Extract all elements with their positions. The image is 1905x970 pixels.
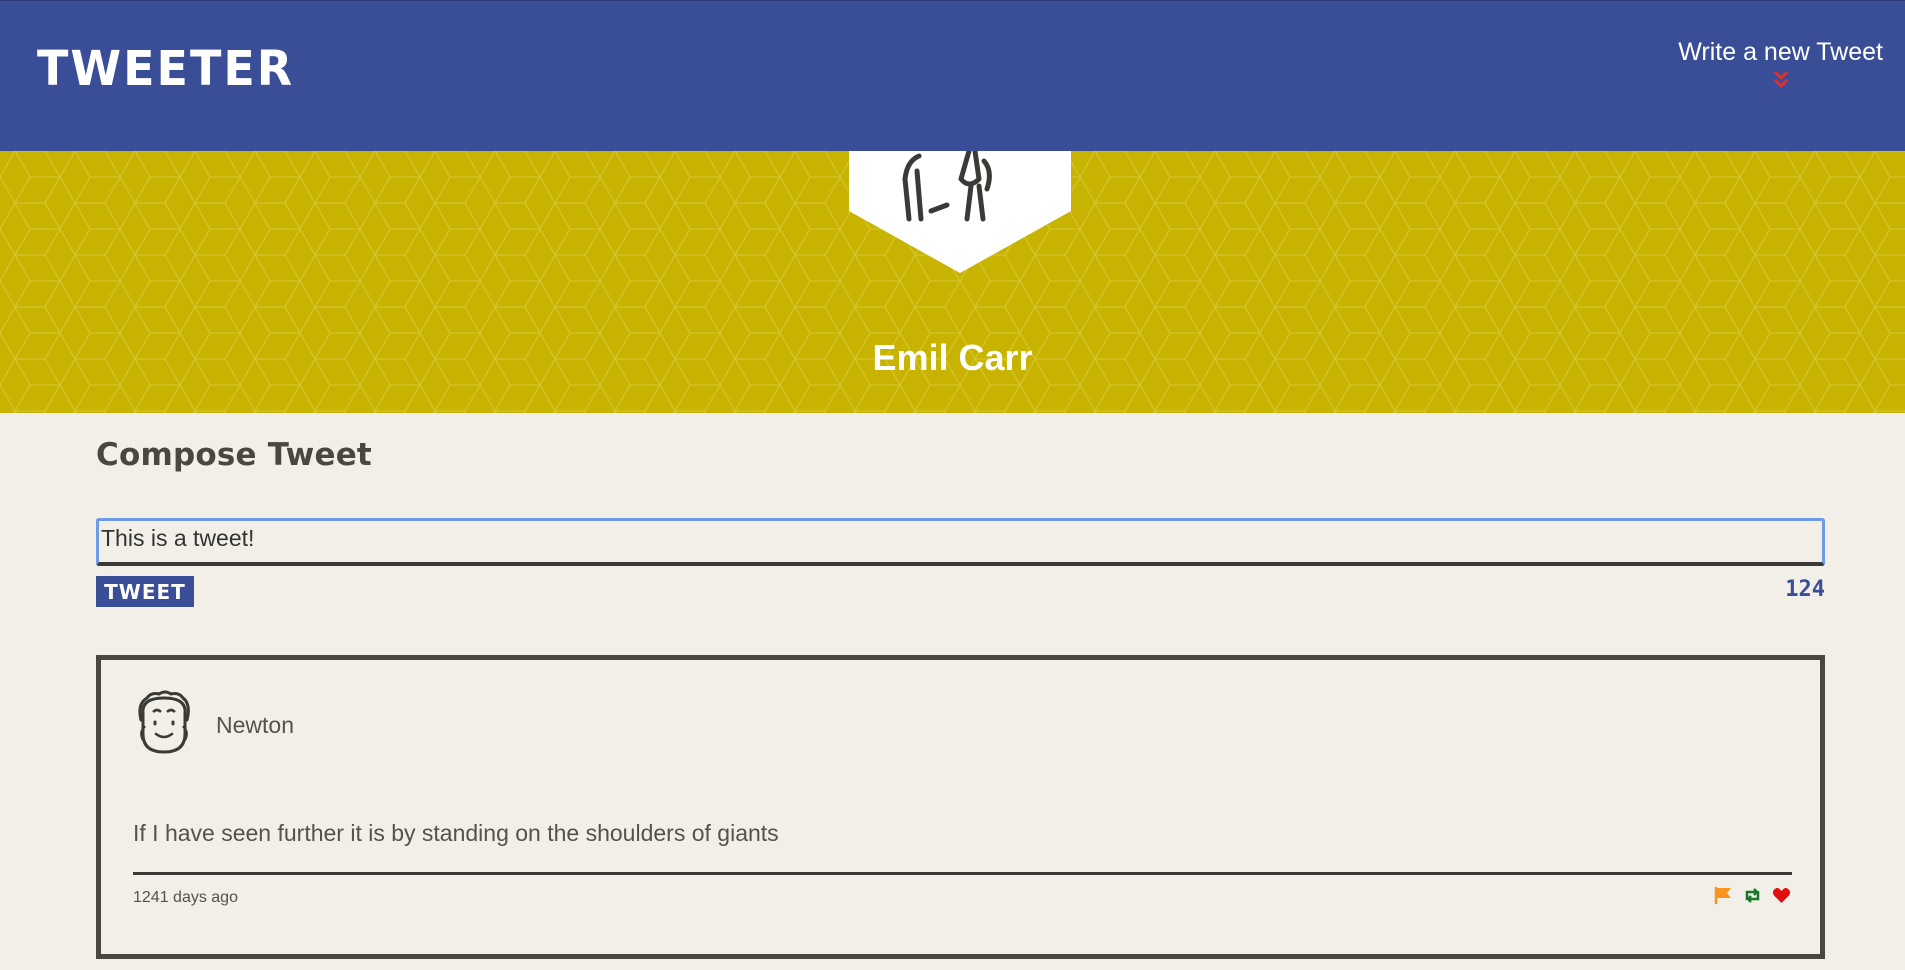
tweet-card: Newton If I have seen further it is by s… <box>96 655 1825 959</box>
tweet-input[interactable] <box>96 518 1825 566</box>
tweet-timestamp: 1241 days ago <box>133 889 238 906</box>
profile-header: Emil Carr <box>0 151 1905 413</box>
newton-avatar-icon <box>138 690 190 754</box>
retweet-icon[interactable] <box>1743 886 1762 905</box>
write-new-tweet-button[interactable]: Write a new Tweet <box>1678 38 1883 91</box>
tweet-author[interactable]: Newton <box>216 712 294 739</box>
tweet-actions <box>1714 886 1791 905</box>
compose-title: Compose Tweet <box>96 437 372 473</box>
profile-name: Emil Carr <box>872 337 1033 378</box>
tweet-content: If I have seen further it is by standing… <box>133 820 779 846</box>
write-new-tweet-label: Write a new Tweet <box>1678 38 1883 66</box>
navbar: TWEETER Write a new Tweet <box>0 0 1905 151</box>
heart-icon[interactable] <box>1772 886 1791 905</box>
char-counter: 124 <box>1785 577 1825 602</box>
user-avatar-icon <box>849 151 1071 273</box>
flag-icon[interactable] <box>1714 886 1733 905</box>
double-chevron-down-icon <box>1773 70 1788 89</box>
tweet-divider <box>133 872 1792 875</box>
tweet-submit-button[interactable]: TWEET <box>96 576 194 607</box>
brand-logo[interactable]: TWEETER <box>37 40 294 97</box>
compose-section: Compose Tweet TWEET 124 <box>96 437 1825 607</box>
